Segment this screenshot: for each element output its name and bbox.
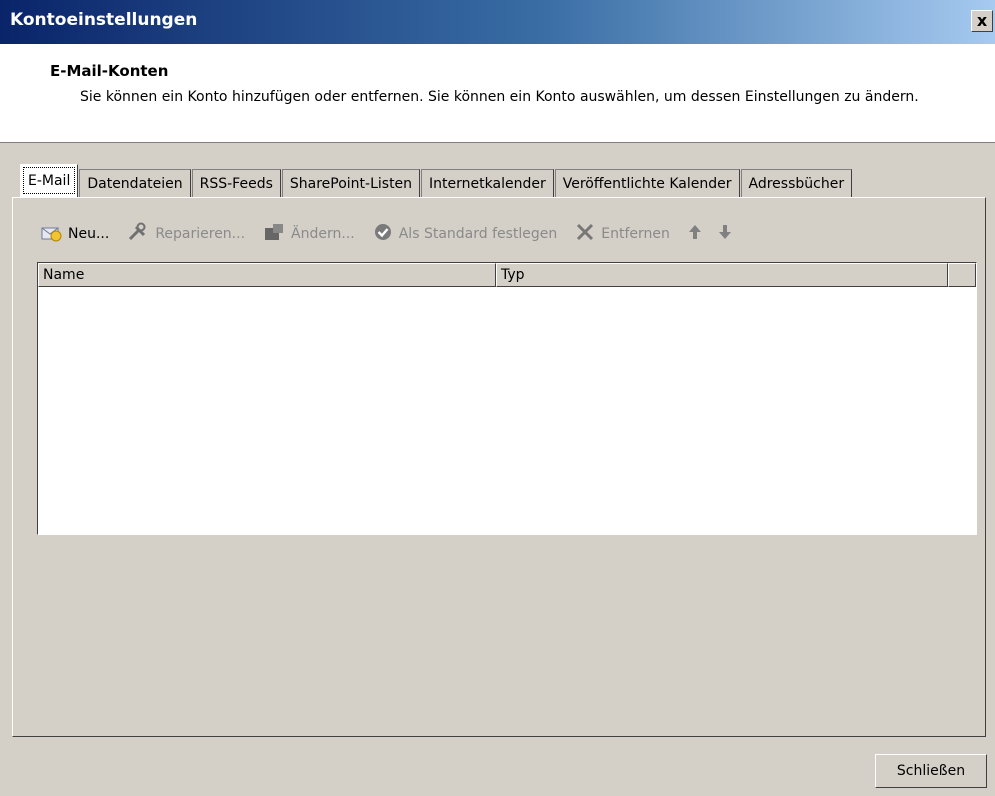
- tab-internet-calendars[interactable]: Internetkalender: [421, 169, 554, 197]
- list-header: Name Typ: [38, 263, 976, 287]
- tab-published-calendars[interactable]: Veröffentlichte Kalender: [554, 169, 740, 197]
- column-header-filler: [948, 263, 976, 287]
- down-arrow-icon: [718, 224, 732, 245]
- up-arrow-icon: [688, 224, 702, 245]
- section-title: E-Mail-Konten: [50, 62, 169, 80]
- tab-strip: E-Mail Datendateien RSS-Feeds SharePoint…: [20, 163, 853, 197]
- change-icon: [263, 222, 285, 247]
- tab-address-books[interactable]: Adressbücher: [740, 169, 853, 197]
- close-window-button[interactable]: x: [971, 10, 993, 32]
- new-button-label: Neu...: [68, 226, 110, 242]
- remove-button-label: Entfernen: [601, 226, 670, 242]
- dialog-header: E-Mail-Konten Sie können ein Konto hinzu…: [0, 44, 995, 143]
- column-header-type[interactable]: Typ: [496, 263, 948, 287]
- column-header-name[interactable]: Name: [38, 263, 496, 287]
- new-account-icon: [40, 222, 62, 247]
- set-default-button-label: Als Standard festlegen: [398, 226, 558, 242]
- window-title: Kontoeinstellungen: [10, 10, 198, 30]
- set-default-button[interactable]: Als Standard festlegen: [373, 222, 558, 247]
- close-button[interactable]: Schließen: [875, 754, 987, 788]
- accounts-list[interactable]: Name Typ: [37, 262, 977, 535]
- change-button[interactable]: Ändern...: [263, 222, 355, 247]
- repair-button[interactable]: Reparieren...: [127, 222, 245, 247]
- change-button-label: Ändern...: [291, 226, 355, 242]
- remove-x-icon: [575, 222, 595, 247]
- move-up-button[interactable]: [688, 224, 708, 245]
- new-account-button[interactable]: Neu...: [40, 222, 109, 247]
- move-down-button[interactable]: [718, 224, 738, 245]
- tab-rss-feeds[interactable]: RSS-Feeds: [191, 169, 281, 197]
- tab-sharepoint-lists[interactable]: SharePoint-Listen: [281, 169, 421, 197]
- checkmark-icon: [373, 222, 393, 247]
- tab-email[interactable]: E-Mail: [20, 164, 79, 197]
- title-bar: Kontoeinstellungen x: [0, 0, 995, 44]
- account-toolbar: Neu... Reparieren... Ändern... Als Stand…: [40, 220, 756, 248]
- tab-data-files[interactable]: Datendateien: [79, 169, 191, 197]
- tools-icon: [127, 222, 149, 247]
- section-description: Sie können ein Konto hinzufügen oder ent…: [80, 89, 919, 105]
- remove-button[interactable]: Entfernen: [575, 222, 670, 247]
- repair-button-label: Reparieren...: [155, 226, 246, 242]
